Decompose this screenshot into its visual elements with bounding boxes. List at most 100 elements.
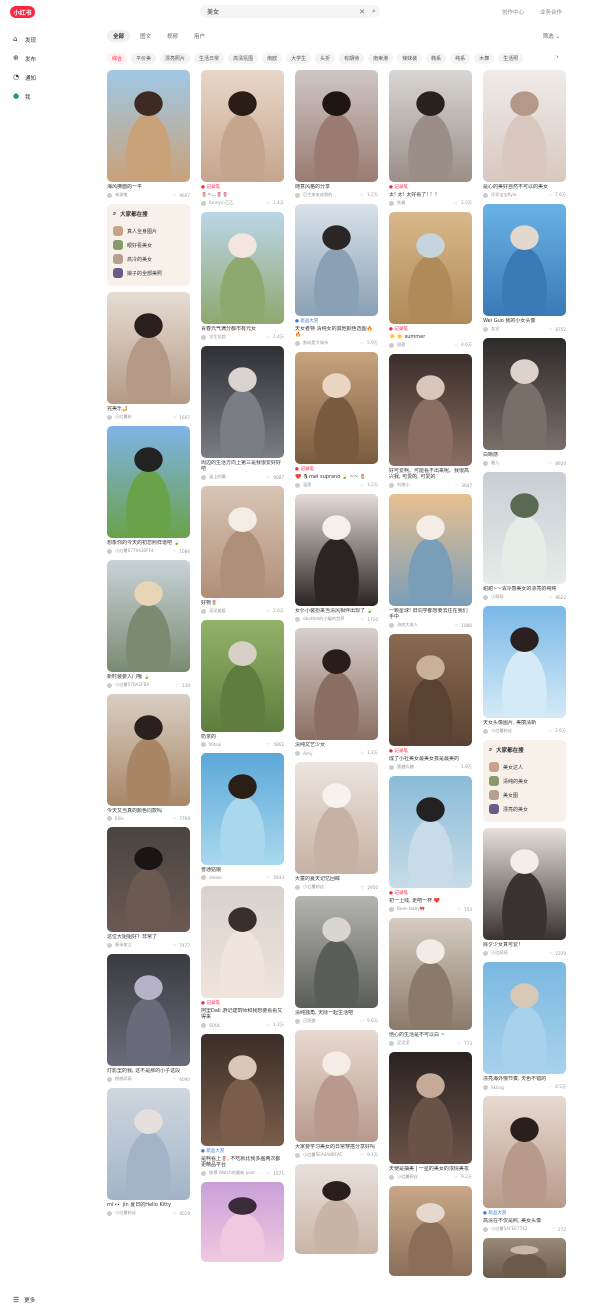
note-card[interactable]: 好可爱啊。可能看不出来呢。我很高兴我, 可爱的, 可爱的 刘晓小 ♡ 3647 [389, 354, 472, 488]
note-cover-image[interactable] [295, 70, 378, 182]
heart-icon[interactable]: ♡ [266, 1023, 270, 1028]
avatar[interactable] [107, 816, 112, 821]
sidebar-item-publish[interactable]: ⊕ 发布 [13, 49, 73, 68]
note-card[interactable]: ● 记录笔 成了小社美女最美女孩是最美的 蜜糖丸糖 ♡ 1.8万 [389, 634, 472, 770]
note-title[interactable]: 太! 太! 太好看了! ！！ [389, 192, 472, 198]
author-name[interactable]: 春半夜之 [115, 942, 173, 948]
author-name[interactable]: 桃桃萌萌 [115, 1076, 173, 1082]
heart-icon[interactable]: ♡ [455, 623, 459, 628]
note-card[interactable]: mi 👀 jin 夏日的Hello Kitty 小红薯粉丝 ♡ 6029 [107, 1088, 190, 1216]
note-card[interactable]: ● 记录笔 太! 太! 太好看了! ！！ 秋酱 ♡ 2.3万 [389, 70, 472, 206]
heart-icon[interactable]: ♡ [454, 1175, 458, 1180]
related-search-item[interactable]: 美女图 [489, 788, 560, 802]
search-icon[interactable]: ⌕ [368, 7, 380, 16]
avatar[interactable] [483, 594, 488, 600]
note-title[interactable]: 这位大姐姐好？非常了 [107, 934, 190, 940]
note-title[interactable]: 阿里Dali 游记建筑师和我想要看看又得来 [201, 1008, 284, 1020]
note-title[interactable]: 大家要学习美女的日常穿搭分享好吗 [295, 1144, 378, 1150]
note-card[interactable]: 今天又当真的颜色同款吗 Ellie ♡ 7709 [107, 694, 190, 821]
avatar[interactable] [201, 474, 206, 480]
search-bar[interactable]: 美女 ✕ ⌕ [200, 5, 380, 18]
note-title[interactable]: 新时装要入门哦 🍃 [107, 674, 190, 680]
note-cover-image[interactable] [107, 560, 190, 672]
heart-icon[interactable]: ♡ [549, 461, 553, 466]
heart-icon[interactable]: ♡ [360, 751, 364, 756]
note-cover-image[interactable] [201, 212, 284, 324]
note-cover-image[interactable] [483, 472, 566, 584]
note-cover-image[interactable] [389, 776, 472, 888]
heart-icon[interactable]: ♡ [175, 683, 179, 688]
avatar[interactable] [295, 482, 300, 488]
sidebar-item-me[interactable]: ● 我 [13, 87, 73, 106]
note-card[interactable]: 灯影里的我, 这不是那的小子这段 桃桃萌萌 ♡ 6090 [107, 954, 190, 1082]
heart-icon[interactable]: ♡ [360, 341, 364, 346]
note-cover-image[interactable] [295, 628, 378, 740]
note-card[interactable]: 清纯独角, 天际一起生活吧 日照美 ♡ 9.6万 [295, 896, 378, 1024]
note-cover-image[interactable] [295, 1030, 378, 1142]
avatar[interactable] [483, 192, 488, 198]
note-card[interactable]: ● 记录笔 阿里Dali 游记建筑师和我想要看看又得来 SOUL ♡ 1.2万 [201, 886, 284, 1028]
heart-icon[interactable]: ♡ [360, 1153, 364, 1158]
note-cover-image[interactable] [107, 827, 190, 932]
avatar[interactable] [107, 942, 112, 948]
note-cover-image[interactable] [295, 896, 378, 1008]
avatar[interactable] [389, 622, 394, 628]
author-name[interactable]: 珍珍宝宝Kyla [491, 192, 548, 198]
avatar[interactable] [295, 884, 300, 890]
author-name[interactable]: 微博 Watch的最新 post [209, 1170, 267, 1176]
note-card[interactable] [295, 1164, 378, 1254]
heart-icon[interactable]: ♡ [267, 1171, 271, 1176]
author-name[interactable]: obetten的小编的世界 [303, 616, 361, 622]
heart-icon[interactable]: ♡ [361, 885, 365, 890]
author-name[interactable]: 小红薯粉丝 [397, 1174, 454, 1180]
avatar[interactable] [295, 1018, 300, 1024]
note-cover-image[interactable] [389, 494, 472, 606]
heart-icon[interactable]: ♡ [266, 609, 270, 614]
note-cover-image[interactable] [201, 486, 284, 598]
note-cover-image[interactable] [201, 620, 284, 732]
avatar[interactable] [389, 1040, 394, 1046]
avatar[interactable] [295, 616, 300, 622]
author-name[interactable]: 后生来来成朋的 [303, 192, 360, 198]
heart-icon[interactable]: ♡ [551, 1227, 555, 1232]
note-cover-image[interactable] [201, 753, 284, 865]
keyword-chip[interactable]: 南欧 [262, 53, 283, 64]
note-cover-image[interactable] [483, 962, 566, 1074]
heart-icon[interactable]: ♡ [549, 327, 553, 332]
note-cover-image[interactable] [389, 1052, 472, 1164]
avatar[interactable] [483, 1226, 488, 1232]
note-card[interactable]: ● 记录笔 ☀️ ☀️ summer 甜甜 ♡ 4.6万 [389, 212, 472, 348]
note-card[interactable]: 天使是抽美 | 一星的美女的浓情美妆 小红薯粉丝 ♡ 9.2万 [389, 1052, 472, 1180]
note-title[interactable]: mi 👀 jin 夏日的Hello Kitty [107, 1202, 190, 1208]
author-name[interactable]: 刘晓小 [397, 482, 455, 488]
note-card[interactable]: 漂亮海外慢节奏, 天色不错的 Skling ♡ 8.5万 [483, 962, 566, 1090]
avatar[interactable] [201, 1170, 206, 1176]
avatar[interactable] [201, 742, 206, 747]
author-name[interactable]: 日照美 [303, 1018, 360, 1024]
keyword-chip[interactable]: 生活日常 [194, 53, 225, 64]
note-card[interactable] [483, 1238, 566, 1278]
author-name[interactable]: 小红薯粉丝 [303, 884, 361, 890]
avatar[interactable] [483, 326, 488, 332]
note-title[interactable]: 天女者特 清纯女的其他颜色选图🔥🔥 [295, 326, 378, 338]
note-card[interactable]: 除夕少女真可爱！ 小红萌萌 ♡ 2229 [483, 828, 566, 956]
note-card[interactable]: ● 新品大赏 高清在不仅是照, 美女头像 小红薯5AFEE7742 ♡ 272 [483, 1096, 566, 1232]
note-cover-image[interactable] [201, 1182, 284, 1262]
avatar[interactable] [389, 342, 394, 348]
note-title[interactable]: 他心的生活是不可以白 ~ [389, 1032, 472, 1038]
note-card[interactable]: 普通姑娘 deleio ♡ 5933 [201, 753, 284, 880]
author-name[interactable]: 小红薯粉丝 [115, 1210, 173, 1216]
note-card[interactable]: 周边的生活方向上第三是我很爱好好吧 桌上的幕 ♡ 9087 [201, 346, 284, 480]
avatar[interactable] [107, 1076, 112, 1082]
note-cover-image[interactable] [483, 828, 566, 940]
note-cover-image[interactable] [295, 352, 378, 464]
avatar[interactable] [107, 682, 112, 688]
note-title[interactable]: 天女头像图片, 美丽清新 [483, 720, 566, 726]
note-card[interactable]: 好物🌷 深深美媛 ♡ 2.6万 [201, 486, 284, 614]
keyword-chip[interactable]: 木舞 [474, 53, 495, 64]
note-cover-image[interactable] [107, 70, 190, 182]
author-name[interactable]: 女艺 [491, 326, 549, 332]
heart-icon[interactable]: ♡ [454, 765, 458, 770]
heart-icon[interactable]: ♡ [548, 729, 552, 734]
keyword-chip[interactable]: 辣妹装 [397, 53, 423, 64]
